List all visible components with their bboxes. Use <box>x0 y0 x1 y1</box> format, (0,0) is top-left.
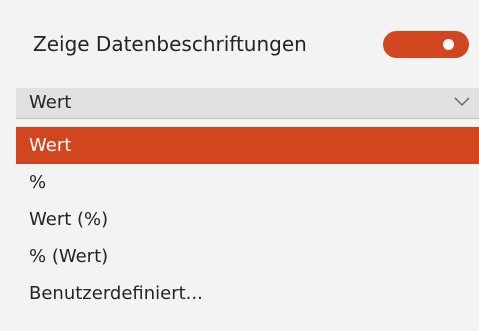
option-wert[interactable]: Wert <box>16 127 479 164</box>
option-custom[interactable]: Benutzerdefiniert... <box>16 275 479 312</box>
label-format-dropdown[interactable]: Wert <box>16 88 479 119</box>
option-percent[interactable]: % <box>16 164 479 201</box>
dropdown-options-list: Wert % Wert (%) % (Wert) Benutzerdefinie… <box>16 127 479 312</box>
option-percent-wert[interactable]: % (Wert) <box>16 238 479 275</box>
show-data-labels-row: Zeige Datenbeschriftungen <box>0 0 479 88</box>
show-data-labels-toggle[interactable] <box>383 31 469 58</box>
dropdown-selected-value: Wert <box>29 92 72 113</box>
chevron-down-icon <box>454 97 470 106</box>
show-data-labels-label: Zeige Datenbeschriftungen <box>33 32 307 56</box>
option-wert-percent[interactable]: Wert (%) <box>16 201 479 238</box>
toggle-knob <box>443 39 454 50</box>
